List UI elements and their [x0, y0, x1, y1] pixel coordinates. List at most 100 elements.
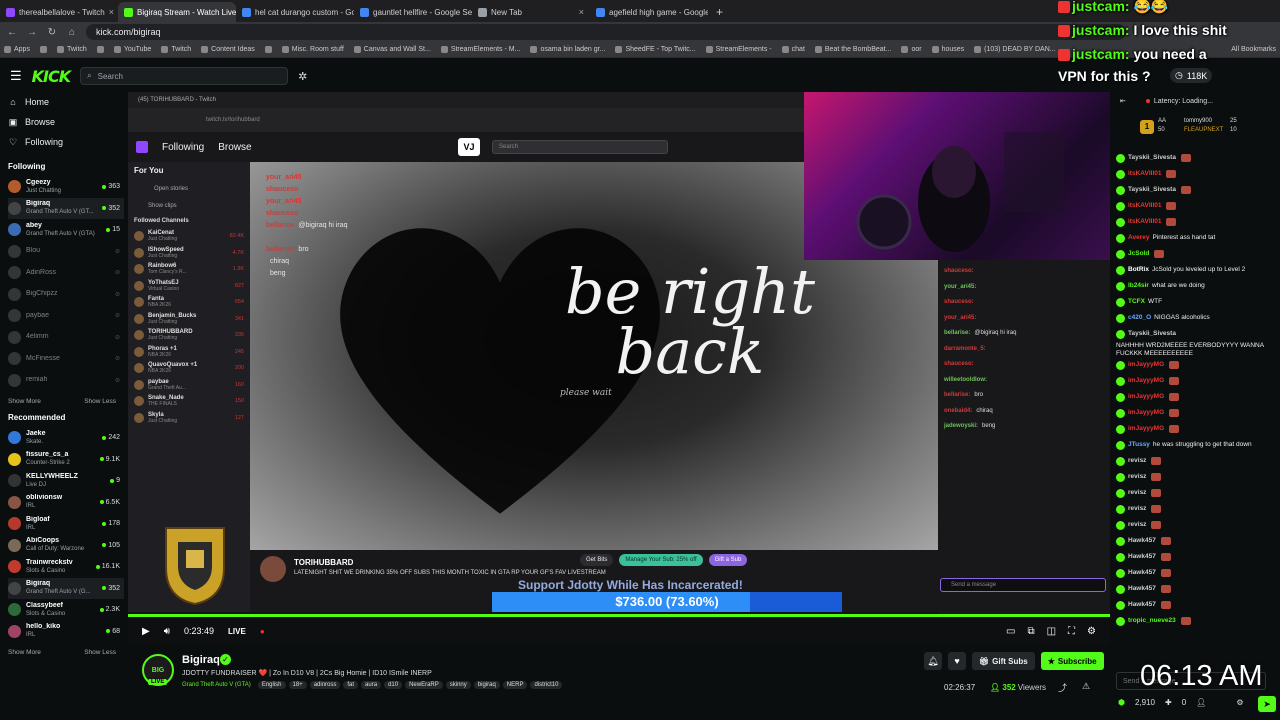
- chat-username[interactable]: lb24sir: [1128, 282, 1149, 290]
- follow-heart-icon[interactable]: ♥: [948, 652, 966, 670]
- stream-tag[interactable]: NewEraRP: [405, 681, 443, 689]
- channel-item[interactable]: fissure_cs_a Counter-Strike 2 9.1K: [8, 449, 124, 471]
- channel-item[interactable]: Bigiraq Grand Theft Auto V (GT... 352: [8, 197, 124, 219]
- chat-username[interactable]: c420_O: [1128, 314, 1151, 322]
- channel-item[interactable]: Trainwreckstv Slots & Casino 16.1K: [8, 556, 124, 578]
- video-player[interactable]: (45) TORIHUBBARD - Twitch twitch.tv/tori…: [128, 92, 1110, 616]
- theatre-mode-icon[interactable]: ▭: [1006, 626, 1015, 637]
- chat-username[interactable]: BotRix: [1128, 266, 1149, 274]
- browser-tab[interactable]: Bigiraq Stream - Watch Live on×: [118, 2, 236, 22]
- bookmark-item[interactable]: [264, 46, 272, 53]
- tab-close-icon[interactable]: ×: [579, 7, 584, 17]
- show-more-button[interactable]: Show More: [8, 398, 41, 405]
- chat-username[interactable]: Averey: [1128, 234, 1149, 242]
- bookmark-item[interactable]: YouTube: [113, 46, 151, 53]
- volume-icon[interactable]: 🔊︎: [164, 626, 170, 637]
- streamer-name[interactable]: Bigiraq: [182, 654, 220, 666]
- points-icon[interactable]: ⬢: [1118, 698, 1125, 707]
- chat-username[interactable]: imJayyyMG: [1128, 377, 1164, 385]
- sidebar-nav-following[interactable]: ♡ Following: [8, 132, 124, 152]
- all-bookmarks-button[interactable]: All Bookmarks: [1231, 46, 1276, 53]
- stream-tag[interactable]: skinny: [445, 681, 471, 689]
- chat-username[interactable]: revisz: [1128, 521, 1146, 529]
- bookmark-item[interactable]: [39, 46, 47, 53]
- chat-username[interactable]: Tayskii_Sivesta: [1128, 330, 1176, 338]
- chat-username[interactable]: revisz: [1128, 457, 1146, 465]
- bookmark-item[interactable]: oor: [901, 46, 922, 53]
- browser-tab[interactable]: gauntlet hellfire - Google Sear×: [354, 2, 472, 22]
- browser-tab[interactable]: agefield high game - Google S×: [590, 2, 708, 22]
- bookmark-item[interactable]: (103) DEAD BY DAN...: [974, 46, 1056, 53]
- boost-icon[interactable]: ✚: [1165, 698, 1172, 707]
- search-input[interactable]: ⌕ Search: [80, 67, 289, 85]
- chat-username[interactable]: JTussy: [1128, 441, 1150, 449]
- live-label[interactable]: LIVE: [228, 627, 246, 636]
- chat-username[interactable]: imJayyyMG: [1128, 393, 1164, 401]
- chat-username[interactable]: imJayyyMG: [1128, 409, 1164, 417]
- bookmark-item[interactable]: osama bin laden gr...: [530, 46, 605, 53]
- chat-username[interactable]: Tayskii_Sivesta: [1128, 154, 1176, 162]
- home-icon[interactable]: ⌂: [66, 27, 78, 38]
- sidebar-nav-home[interactable]: ⌂ Home: [8, 92, 124, 112]
- bookmark-item[interactable]: Apps: [4, 46, 30, 53]
- bookmark-item[interactable]: Beat the BombBeat...: [814, 46, 891, 53]
- browser-tab[interactable]: hel cat durango custom - Goog×: [236, 2, 354, 22]
- channel-item[interactable]: Bigloaf IRL 178: [8, 513, 124, 535]
- browser-tab[interactable]: therealbellalove - Twitch ×: [0, 2, 118, 22]
- new-tab-icon[interactable]: +: [708, 2, 731, 22]
- show-more-recommended-button[interactable]: Show More: [8, 649, 41, 656]
- bookmark-item[interactable]: houses: [931, 46, 964, 53]
- chat-username[interactable]: itsKAVIII01: [1128, 218, 1161, 226]
- stream-tag[interactable]: NERP: [502, 681, 528, 689]
- channel-item[interactable]: remiah ⊘: [8, 370, 124, 392]
- stream-tag[interactable]: 18+: [288, 681, 307, 689]
- chat-username[interactable]: JcSold: [1128, 250, 1149, 258]
- play-icon[interactable]: ▶: [142, 626, 150, 637]
- chat-username[interactable]: itsKAVIII01: [1128, 202, 1161, 210]
- bookmark-item[interactable]: Canvas and Wall St...: [353, 46, 431, 53]
- channel-item[interactable]: AdinRoss ⊘: [8, 262, 124, 284]
- chat-username[interactable]: Hawk457: [1128, 601, 1156, 609]
- channel-item[interactable]: Blou ⊘: [8, 241, 124, 263]
- sparkle-icon[interactable]: ✲: [298, 70, 307, 83]
- channel-item[interactable]: oblivionsw IRL 6.5K: [8, 492, 124, 514]
- channel-item[interactable]: Jaeke Skate. 242: [8, 427, 124, 449]
- chat-settings-icon[interactable]: ⚙: [1236, 698, 1243, 707]
- report-icon[interactable]: ⚠: [1082, 681, 1090, 692]
- chat-username[interactable]: Hawk457: [1128, 537, 1156, 545]
- share-icon[interactable]: ⤴: [1058, 681, 1067, 694]
- notification-bell-icon[interactable]: 🔔︎: [924, 652, 942, 670]
- chat-username[interactable]: Hawk457: [1128, 585, 1156, 593]
- chat-username[interactable]: TCFX: [1128, 298, 1145, 306]
- collapse-chat-icon[interactable]: ⇤: [1120, 97, 1126, 105]
- subscribe-button[interactable]: ★ Subscribe: [1040, 652, 1104, 670]
- channel-item[interactable]: BigChipzz ⊘: [8, 284, 124, 306]
- channel-item[interactable]: Classybeef Slots & Casino 2.3K: [8, 599, 124, 621]
- chat-username[interactable]: revisz: [1128, 505, 1146, 513]
- back-icon[interactable]: ←: [6, 27, 18, 38]
- channel-item[interactable]: abey Grand Theft Auto V (GTA) 15: [8, 219, 124, 241]
- menu-icon[interactable]: ☰: [10, 68, 22, 84]
- channel-item[interactable]: AbiCoops Call of Duty: Warzone 105: [8, 535, 124, 557]
- address-bar[interactable]: kick.com/bigiraq: [86, 24, 1126, 40]
- sidebar-nav-browse[interactable]: ▣ Browse: [8, 112, 124, 132]
- settings-icon[interactable]: ⚙: [1087, 626, 1096, 637]
- chat-send-button[interactable]: ➤: [1258, 696, 1276, 712]
- stream-tag[interactable]: aura: [361, 681, 382, 689]
- chat-username[interactable]: revisz: [1128, 473, 1146, 481]
- bookmark-item[interactable]: SheedFE - Top Twitc...: [615, 46, 696, 53]
- show-less-button[interactable]: Show Less: [84, 398, 116, 405]
- bookmark-item[interactable]: Misc. Room stuff: [281, 46, 344, 53]
- gift-subs-button[interactable]: 🎁︎ Gift Subs: [972, 652, 1035, 670]
- stream-tag[interactable]: fat: [343, 681, 359, 689]
- stream-tag[interactable]: d10: [384, 681, 403, 689]
- channel-item[interactable]: KELLYWHEELZ Live DJ 9: [8, 470, 124, 492]
- reload-icon[interactable]: ↻: [46, 27, 58, 38]
- chat-username[interactable]: Hawk457: [1128, 553, 1156, 561]
- channel-item[interactable]: Bigiraq Grand Theft Auto V (G... 352: [8, 577, 124, 599]
- clip-icon[interactable]: ⧉: [1027, 626, 1034, 637]
- channel-item[interactable]: hello_kiko IRL 68: [8, 621, 124, 643]
- chat-username[interactable]: tropic_nueve23: [1128, 617, 1176, 625]
- browser-tab[interactable]: New Tab ×: [472, 2, 590, 22]
- stream-tag[interactable]: bigiraq: [473, 681, 500, 689]
